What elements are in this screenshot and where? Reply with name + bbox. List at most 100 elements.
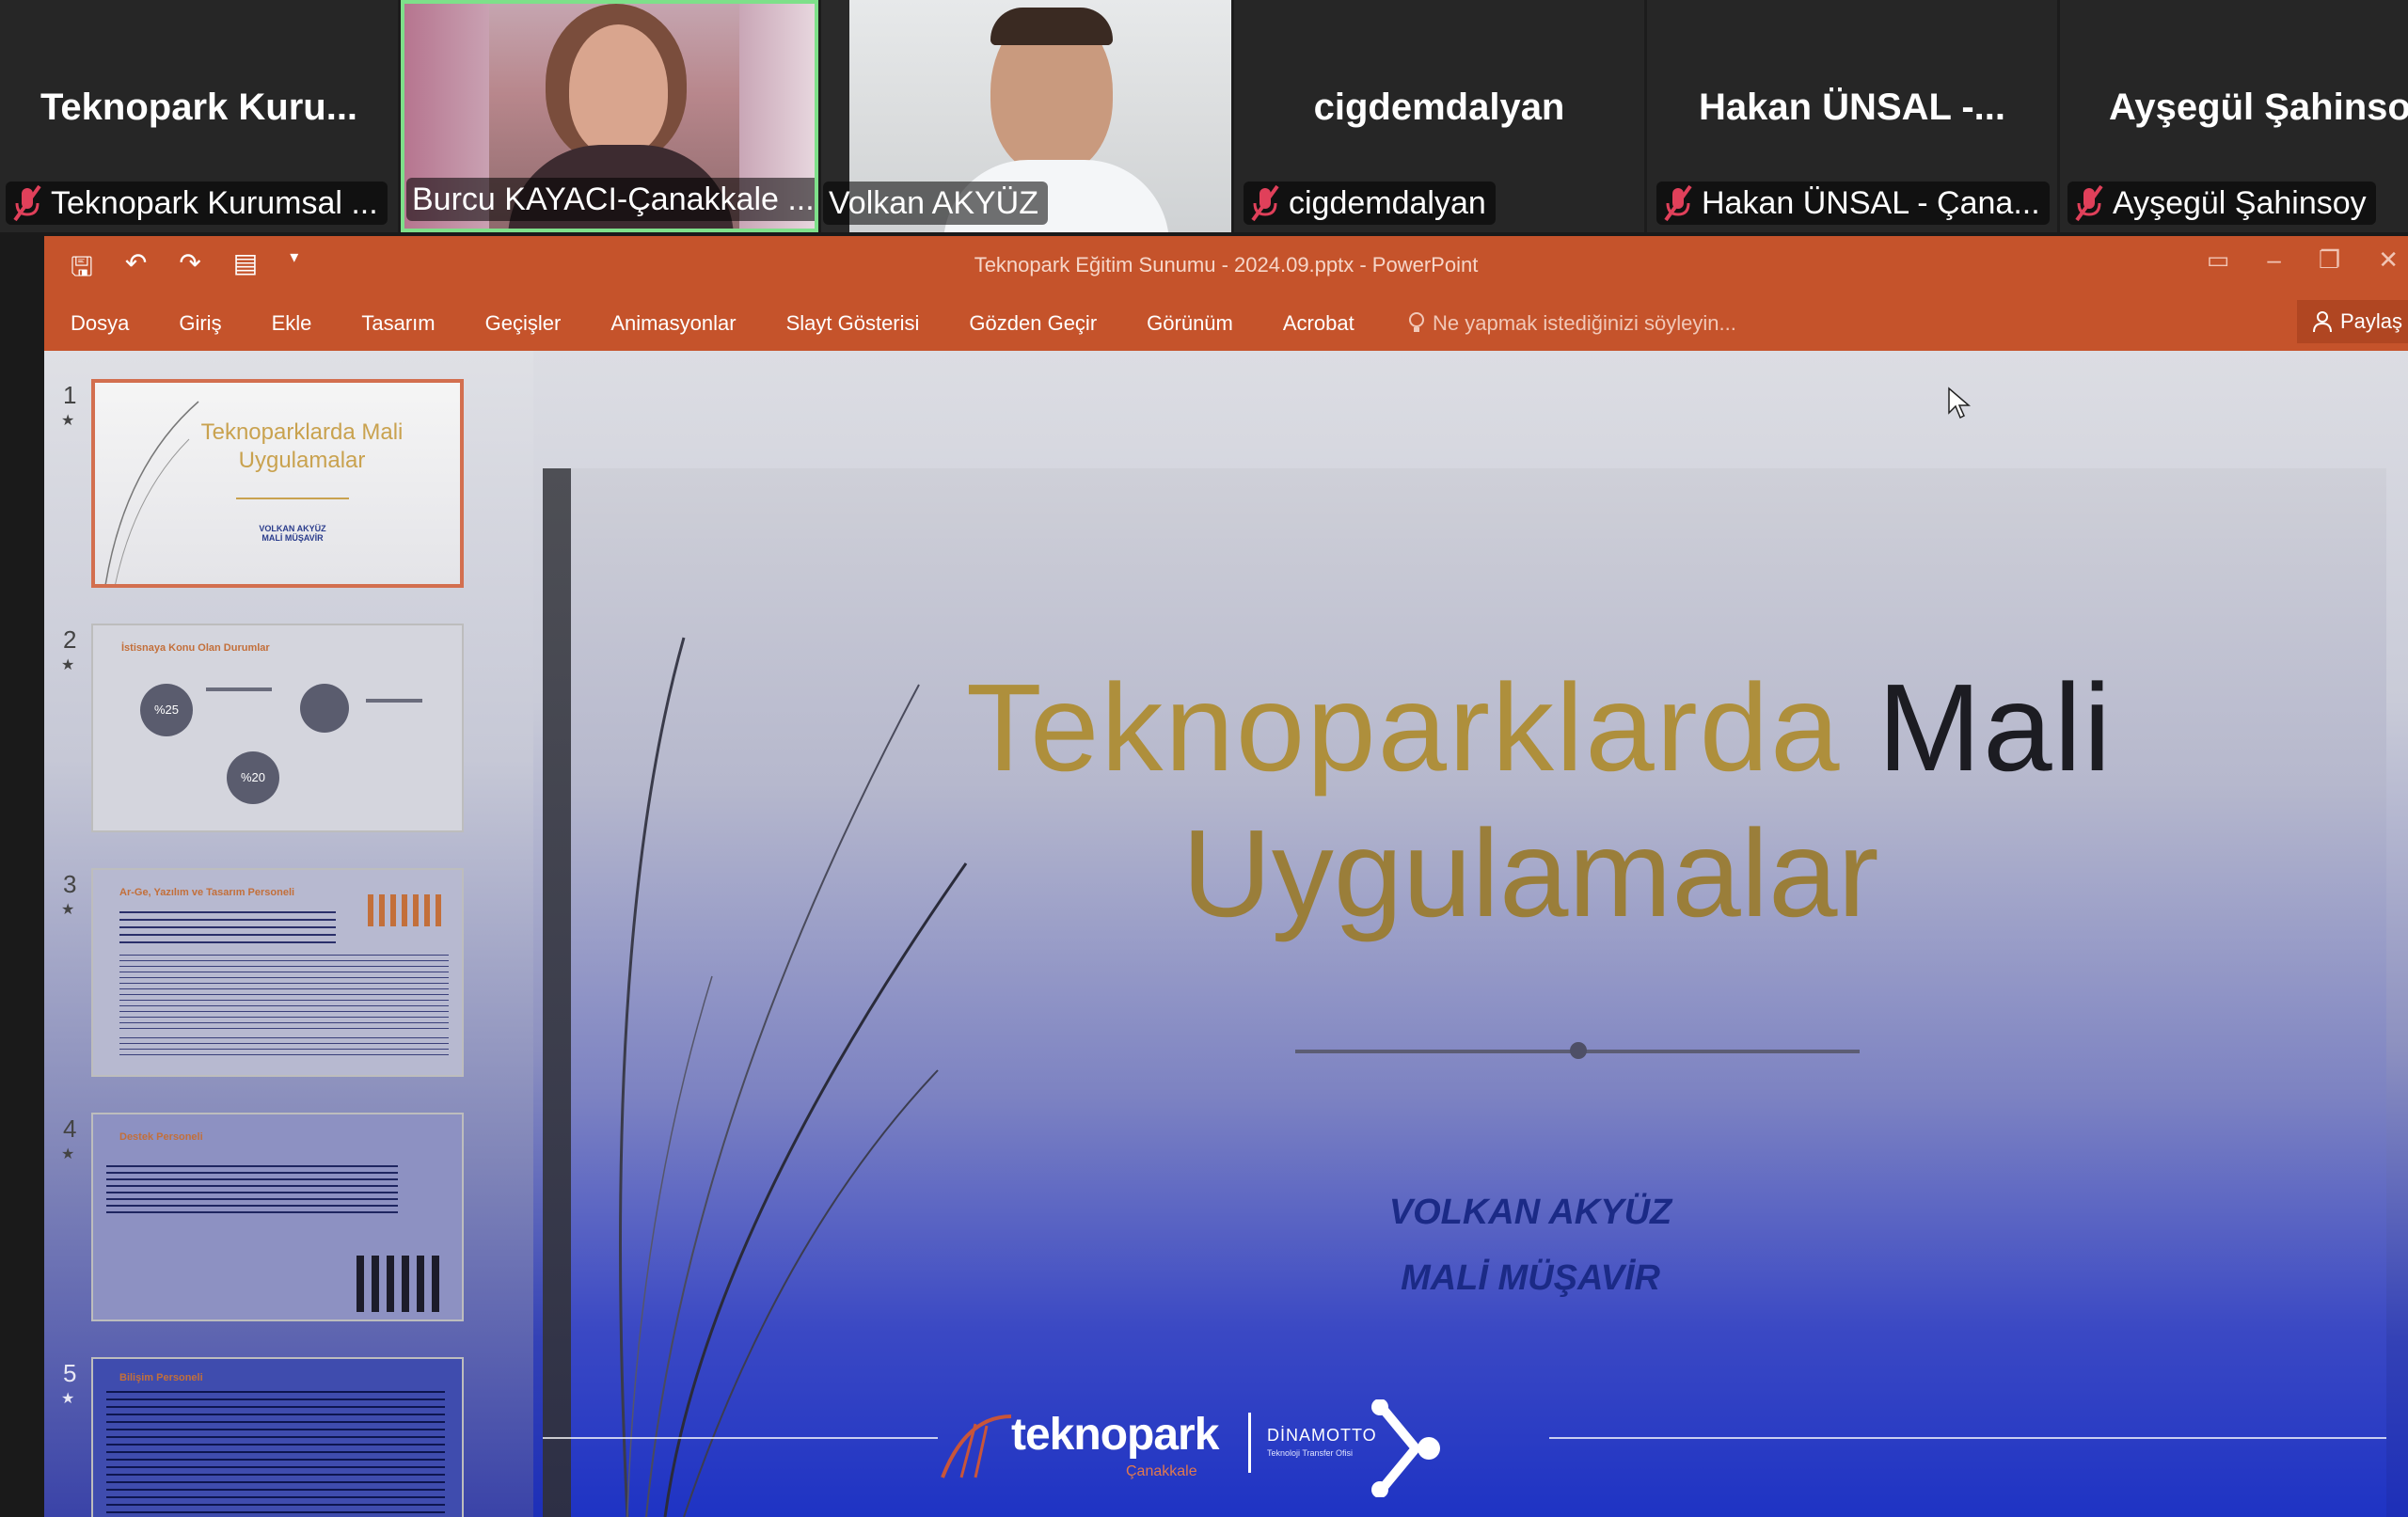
thumbnail-number: 5 <box>63 1359 77 1387</box>
participant-label: Teknopark Kurumsal ... <box>6 182 388 225</box>
slide-thumbnail-1[interactable]: Teknoparklarda Mali Uygulamalar VOLKAN A… <box>91 379 464 588</box>
thumbnail-subtitle: VOLKAN AKYÜZ MALİ MÜŞAVİR <box>259 524 326 543</box>
ribbon-display-icon[interactable]: ▭ <box>2207 245 2230 275</box>
powerpoint-window: 🖫 ↶ ↷ ▤ ▾ Teknopark Eğitim Sunumu - 2024… <box>44 236 2408 1517</box>
participant-label: Volkan AKYÜZ <box>823 182 1049 225</box>
slide-title-line-1: Teknoparklarda Mali <box>966 656 2113 798</box>
dinamotto-logo-icon <box>1371 1399 1440 1497</box>
badge-value: %20 <box>240 770 266 784</box>
tab-gorunum[interactable]: Görünüm <box>1147 311 1233 336</box>
slide-thumbnail-3[interactable]: Ar-Ge, Yazılım ve Tasarım Personeli <box>91 868 464 1077</box>
mic-muted-icon <box>1251 184 1279 222</box>
participant-name: cigdemdalyan <box>1289 185 1486 221</box>
tab-gecisler[interactable]: Geçişler <box>485 311 562 336</box>
percent-badge: %25 <box>140 684 193 736</box>
thumbnail-title: Destek Personeli <box>119 1131 203 1143</box>
minimize-icon[interactable]: – <box>2267 245 2280 275</box>
participant-name: Hakan ÜNSAL - Çana... <box>1702 185 2040 221</box>
participant-name: Ayşegül Şahinsoy <box>2113 185 2367 221</box>
mouse-cursor-icon <box>1948 387 1972 419</box>
maximize-icon[interactable]: ❐ <box>2319 245 2340 275</box>
tab-acrobat[interactable]: Acrobat <box>1283 311 1354 336</box>
teknopark-logo-icon <box>941 1414 1012 1478</box>
footer-line-left <box>543 1437 938 1439</box>
decorative-curves <box>619 637 968 1517</box>
logo-separator <box>1248 1413 1251 1473</box>
thumbnail-title: İstisnaya Konu Olan Durumlar <box>121 642 270 654</box>
window-controls: ▭ – ❐ ✕ <box>2207 245 2399 275</box>
share-button[interactable]: Paylaş <box>2297 300 2408 343</box>
participant-label: Burcu KAYACI-Çanakkale ... <box>406 178 815 221</box>
slide-thumbnail-5[interactable]: Bilişim Personeli <box>91 1357 464 1517</box>
slide-left-bar <box>543 468 571 1517</box>
participant-label: Hakan ÜNSAL - Çana... <box>1656 182 2050 225</box>
slide-title-dark: Mali <box>1877 658 2114 797</box>
thumbnail-title: Bilişim Personeli <box>119 1372 203 1383</box>
slide-thumbnail-2[interactable]: İstisnaya Konu Olan Durumlar %25 %20 <box>91 624 464 832</box>
animation-star-icon: ★ <box>61 413 75 429</box>
thumbnail-number: 1 <box>63 381 77 409</box>
percent-badge: %20 <box>227 751 279 804</box>
tab-ekle[interactable]: Ekle <box>272 311 312 336</box>
mic-muted-icon <box>13 184 41 222</box>
participant-big-name: cigdemdalyan <box>1313 87 1565 128</box>
thumbnail-number: 4 <box>63 1114 77 1143</box>
share-label: Paylaş <box>2340 309 2403 333</box>
tell-me-search[interactable]: Ne yapmak istediğinizi söyleyin... <box>1408 311 1736 336</box>
participant-big-name: Teknopark Kuru... <box>40 87 358 128</box>
divider-dot <box>1570 1042 1587 1059</box>
tab-giris[interactable]: Giriş <box>179 311 221 336</box>
participant-big-name: Ayşegül Şahinso <box>2109 87 2408 128</box>
slide-thumbnail-pane[interactable]: 1 ★ Teknoparklarda Mali Uygulamalar VOLK… <box>44 351 533 1517</box>
ribbon-tabs-bar: Dosya Giriş Ekle Tasarım Geçişler Animas… <box>44 292 2408 351</box>
thumbnail-number: 2 <box>63 625 77 654</box>
participant-tile[interactable]: cigdemdalyan cigdemdalyan <box>1234 0 1644 232</box>
participant-big-name: Hakan ÜNSAL -... <box>1699 87 2005 128</box>
mic-muted-icon <box>2075 184 2103 222</box>
teknopark-logo-text: teknopark <box>1011 1410 1219 1460</box>
title-bar: 🖫 ↶ ↷ ▤ ▾ Teknopark Eğitim Sunumu - 2024… <box>44 236 2408 292</box>
participant-tile-active-speaker[interactable]: Burcu KAYACI-Çanakkale ... <box>401 0 818 232</box>
participant-name: Volkan AKYÜZ <box>829 185 1039 221</box>
animation-star-icon: ★ <box>61 1391 75 1407</box>
slide-editor[interactable]: Teknoparklarda Mali Uygulamalar VOLKAN A… <box>533 351 2408 1517</box>
thumbnail-title: Ar-Ge, Yazılım ve Tasarım Personeli <box>119 887 295 898</box>
current-slide[interactable]: Teknoparklarda Mali Uygulamalar VOLKAN A… <box>543 468 2386 1517</box>
author-title: MALİ MÜŞAVİR <box>1401 1258 1660 1298</box>
dinamotto-logo-sub: Teknoloji Transfer Ofisi <box>1267 1448 1354 1458</box>
animation-star-icon: ★ <box>61 657 75 673</box>
close-icon[interactable]: ✕ <box>2378 245 2399 275</box>
thumbnail-number: 3 <box>63 870 77 898</box>
animation-star-icon: ★ <box>61 1146 75 1162</box>
thumbnail-title: Teknoparklarda Mali Uygulamalar <box>200 419 404 473</box>
tab-dosya[interactable]: Dosya <box>71 311 129 336</box>
lightbulb-icon <box>1409 312 1424 332</box>
footer-logos: teknopark Çanakkale DİNAMOTTO Teknoloji … <box>938 1399 1465 1503</box>
participant-tile[interactable]: Volkan AKYÜZ <box>821 0 1231 232</box>
slide-title-line-2: Uygulamalar <box>1181 804 1879 942</box>
participant-tile[interactable]: Hakan ÜNSAL -... Hakan ÜNSAL - Çana... <box>1647 0 2057 232</box>
participant-name: Teknopark Kurumsal ... <box>51 185 378 221</box>
person-icon <box>2313 311 2332 333</box>
tab-gozden-gecir[interactable]: Gözden Geçir <box>969 311 1097 336</box>
slide-title-gold: Teknoparklarda <box>966 658 1842 797</box>
tell-me-placeholder: Ne yapmak istediğinizi söyleyin... <box>1433 311 1736 335</box>
participant-strip: Teknopark Kuru... Teknopark Kurumsal ...… <box>0 0 2408 232</box>
tab-tasarim[interactable]: Tasarım <box>361 311 435 336</box>
participant-label: Ayşegül Şahinsoy <box>2067 182 2376 225</box>
participant-tile[interactable]: Ayşegül Şahinso Ayşegül Şahinsoy <box>2060 0 2408 232</box>
tab-slayt-gosterisi[interactable]: Slayt Gösterisi <box>786 311 920 336</box>
slide-thumbnail-4[interactable]: Destek Personeli <box>91 1113 464 1321</box>
decorative-curves <box>104 401 199 584</box>
footer-line-right <box>1549 1437 2386 1439</box>
animation-star-icon: ★ <box>61 902 75 918</box>
mic-muted-icon <box>1664 184 1692 222</box>
teknopark-logo-sub: Çanakkale <box>1126 1463 1197 1479</box>
window-title: Teknopark Eğitim Sunumu - 2024.09.pptx -… <box>974 253 1479 277</box>
author-name: VOLKAN AKYÜZ <box>1388 1193 1672 1232</box>
participant-label: cigdemdalyan <box>1244 182 1496 225</box>
tab-animasyonlar[interactable]: Animasyonlar <box>610 311 736 336</box>
participant-tile[interactable]: Teknopark Kuru... Teknopark Kurumsal ... <box>0 0 398 232</box>
document-badge-icon <box>300 684 349 733</box>
badge-value: %25 <box>153 703 180 717</box>
